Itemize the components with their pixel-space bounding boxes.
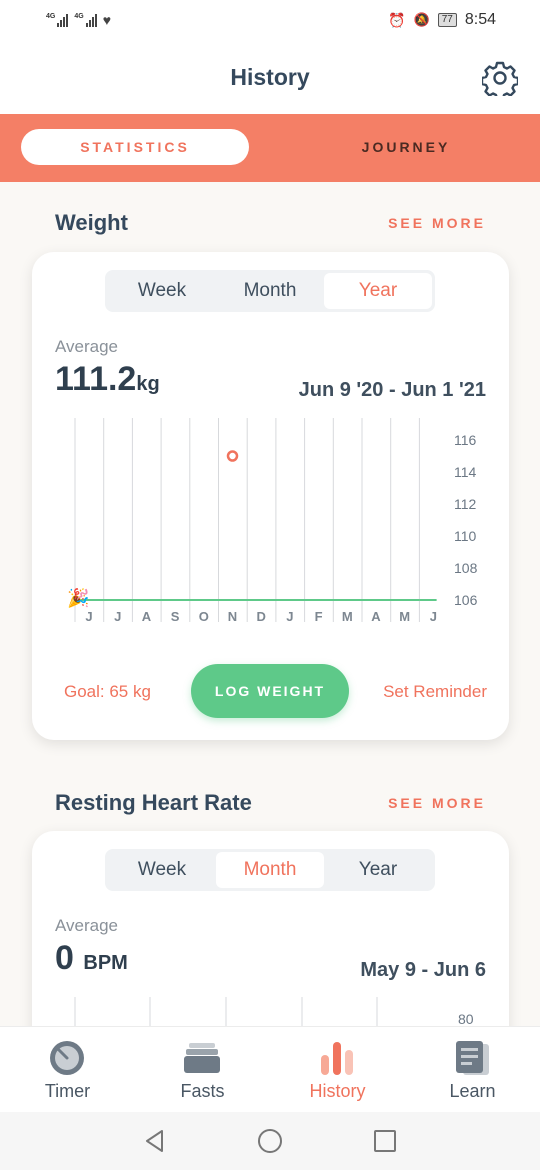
timer-icon — [50, 1041, 84, 1075]
nav-history[interactable]: History — [270, 1027, 405, 1113]
y-tick-label: 112 — [454, 496, 477, 512]
battery-icon: 77 — [437, 13, 457, 27]
x-tick-label: M — [399, 609, 410, 624]
y-tick-label: 116 — [454, 432, 477, 448]
clock: 8:54 — [464, 11, 496, 28]
nav-learn[interactable]: Learn — [405, 1027, 540, 1113]
x-tick-label: J — [430, 609, 437, 624]
nav-timer[interactable]: Timer — [0, 1027, 135, 1113]
x-tick-label: J — [286, 609, 293, 624]
tab-journey[interactable]: JOURNEY — [292, 129, 520, 165]
history-icon — [321, 1042, 353, 1075]
system-nav-bar — [0, 1112, 540, 1170]
settings-gear-icon[interactable] — [482, 60, 518, 96]
heart-status-icon: ♥ — [102, 12, 111, 28]
weight-chart: J J A S O N D J F M A M J 116 114 112 110 108 106 🎉 — [67, 418, 478, 624]
party-popper-icon: 🎉 — [67, 587, 89, 609]
status-bar: 4G 4G ♥ ⏰ 🔕 77 8:54 — [0, 0, 540, 42]
nav-learn-label: Learn — [449, 1081, 496, 1101]
log-weight-button[interactable]: LOG WEIGHT — [191, 664, 349, 718]
tab-bar: STATISTICS JOURNEY — [0, 114, 540, 182]
y-tick-label: 114 — [454, 464, 477, 480]
heart-rate-segment-week[interactable]: Week — [108, 852, 216, 888]
nav-timer-label: Timer — [44, 1081, 91, 1101]
fasts-icon — [184, 1043, 220, 1073]
heart-rate-segment-year[interactable]: Year — [324, 852, 432, 888]
x-tick-label: N — [228, 609, 237, 624]
heart-rate-range-selector: Week Month Year — [105, 849, 435, 891]
x-tick-label: A — [142, 609, 152, 624]
nav-history-label: History — [309, 1081, 366, 1101]
x-tick-label: J — [114, 609, 121, 624]
weight-data-point — [226, 450, 239, 462]
recents-icon[interactable] — [372, 1128, 398, 1154]
page-title: History — [230, 64, 310, 90]
x-tick-label: F — [315, 609, 323, 624]
mute-icon: 🔕 — [413, 12, 430, 27]
signal-icon-2: 4G — [74, 13, 97, 27]
y-tick-label: 110 — [454, 528, 477, 544]
heart-rate-average-label: Average — [55, 916, 119, 935]
x-tick-label: A — [371, 609, 381, 624]
x-tick-label: D — [257, 609, 266, 624]
y-tick-label: 106 — [454, 592, 478, 608]
heart-rate-y-tick: 80 — [458, 1011, 474, 1027]
home-icon[interactable] — [257, 1128, 283, 1154]
heart-rate-chart-gridlines — [74, 997, 378, 1031]
heart-rate-average-value: 0 BPM — [55, 939, 128, 977]
y-tick-label: 108 — [454, 560, 478, 576]
heart-rate-date-range: May 9 - Jun 6 — [360, 959, 486, 981]
alarm-icon: ⏰ — [388, 11, 406, 28]
tab-statistics[interactable]: STATISTICS — [21, 129, 249, 165]
x-tick-label: J — [85, 609, 92, 624]
app-header: History — [0, 42, 540, 114]
set-reminder-link[interactable]: Set Reminder — [383, 682, 487, 702]
x-tick-label: M — [342, 609, 353, 624]
weight-see-more-link[interactable]: SEE MORE — [388, 215, 486, 231]
bottom-navigation: Timer Fasts History Learn — [0, 1026, 540, 1112]
x-tick-label: S — [171, 609, 180, 624]
x-tick-label: O — [199, 609, 209, 624]
weight-card: Week Month Year Average 111.2kg Jun 9 '2… — [32, 252, 509, 740]
weight-section-title: Weight — [55, 210, 128, 235]
learn-icon — [456, 1041, 489, 1075]
goal-text: Goal: 65 kg — [64, 682, 151, 701]
nav-fasts-label: Fasts — [180, 1081, 225, 1101]
heart-rate-section-title: Resting Heart Rate — [55, 790, 252, 815]
signal-icon: 4G — [46, 13, 69, 27]
heart-rate-segment-month[interactable]: Month — [216, 852, 324, 888]
nav-fasts[interactable]: Fasts — [135, 1027, 270, 1113]
back-icon[interactable] — [142, 1128, 168, 1154]
heart-rate-see-more-link[interactable]: SEE MORE — [388, 795, 486, 811]
